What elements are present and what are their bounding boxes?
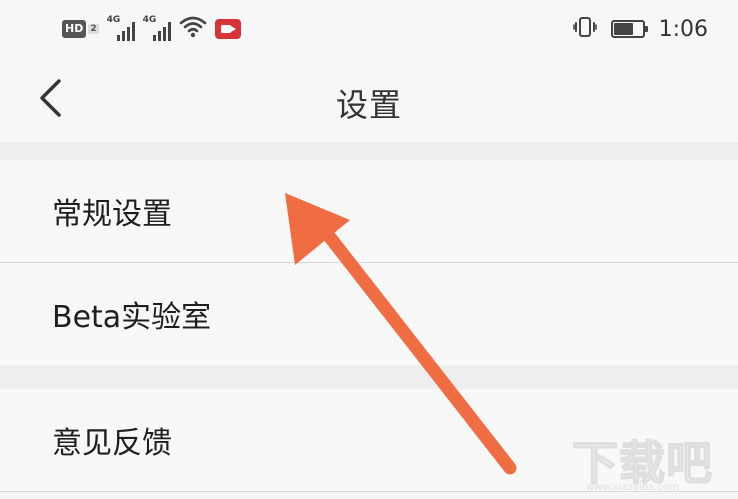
settings-item-label: 常规设置 <box>52 197 172 232</box>
hd-sub-label: 2 <box>88 24 99 34</box>
signal-icon: 4G <box>142 15 171 41</box>
battery-fill <box>613 23 634 35</box>
nav-bar: 设置 <box>0 58 738 142</box>
status-bar: HD 2 4G 4G 1:06 <box>0 0 738 58</box>
hd-label: HD <box>62 20 87 38</box>
clock: 1:06 <box>658 16 708 42</box>
vibrate-icon <box>572 15 597 43</box>
screen-record-icon <box>214 19 241 39</box>
watermark-logo: 下载吧 www.xiazaiba.com <box>571 423 722 493</box>
status-left: HD 2 4G 4G <box>62 15 241 42</box>
status-right: 1:06 <box>572 14 708 44</box>
settings-item-label: Beta实验室 <box>52 300 212 335</box>
settings-item-general[interactable]: 常规设置 <box>0 160 738 262</box>
signal-type-label: 4G <box>142 15 157 25</box>
watermark-url: www.xiazaiba.com <box>586 482 679 493</box>
wifi-icon <box>179 16 207 42</box>
settings-item-label: 意见反馈 <box>52 426 172 461</box>
hd-volte-icon: HD 2 <box>62 20 99 38</box>
signal-icon: 4G <box>106 15 135 41</box>
page-title: 设置 <box>335 86 402 124</box>
settings-item-beta-lab[interactable]: Beta实验室 <box>0 263 738 365</box>
signal-type-label: 4G <box>106 15 121 25</box>
section-gap <box>0 142 738 160</box>
battery-icon <box>610 20 648 38</box>
section-gap <box>0 365 738 389</box>
